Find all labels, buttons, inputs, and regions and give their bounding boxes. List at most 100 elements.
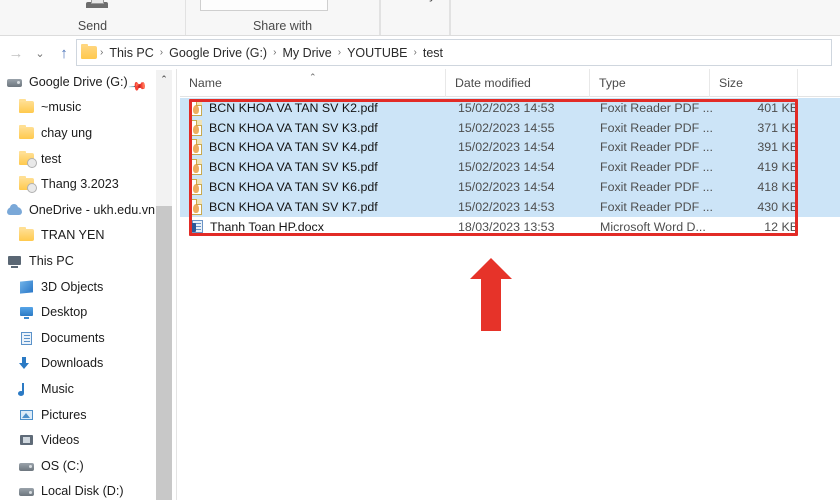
pdf-file-icon (189, 198, 202, 215)
file-size: 391 KB (757, 140, 798, 155)
file-date-modified: 15/02/2023 14:53 (458, 100, 555, 115)
pdf-file-icon (189, 179, 202, 196)
table-row[interactable]: BCN KHOA VA TAN SV K5.pdf 15/02/2023 14:5… (180, 157, 840, 178)
sidebar-item-desktop[interactable]: Desktop (0, 299, 157, 325)
file-name-cell[interactable]: Thanh Toan HP.docx (189, 219, 324, 234)
sidebar-item-label: test (41, 151, 62, 166)
file-explorer-window: Send Share with access security → ⌄ ↑ › … (0, 0, 840, 500)
column-header-type[interactable]: Type (590, 69, 710, 97)
sidebar-item-videos[interactable]: Videos (0, 427, 157, 453)
file-rows[interactable]: BCN KHOA VA TAN SV K2.pdf 15/02/2023 14:5… (180, 98, 840, 237)
file-date-modified: 15/02/2023 14:54 (458, 160, 555, 175)
recent-locations-button[interactable]: ⌄ (30, 43, 50, 63)
3d-objects-icon (18, 279, 36, 295)
sidebar-item-onedrive-ukh-edu-vn[interactable]: OneDrive - ukh.edu.vn (0, 197, 157, 223)
column-header-date[interactable]: Date modified (446, 69, 590, 97)
pdf-file-icon (189, 139, 202, 156)
drive-icon (6, 74, 24, 90)
file-name-cell[interactable]: BCN KHOA VA TAN SV K2.pdf (189, 99, 378, 116)
column-header-label: Type (599, 76, 626, 90)
file-size: 12 KB (764, 219, 798, 234)
sidebar-item-label: This PC (29, 253, 74, 268)
file-date-modified: 15/02/2023 14:55 (458, 120, 555, 135)
file-size: 401 KB (757, 100, 798, 115)
file-name-label: BCN KHOA VA TAN SV K3.pdf (209, 120, 378, 135)
file-name-cell[interactable]: BCN KHOA VA TAN SV K5.pdf (189, 159, 378, 176)
file-name-label: BCN KHOA VA TAN SV K5.pdf (209, 160, 378, 175)
file-name-cell[interactable]: BCN KHOA VA TAN SV K6.pdf (189, 179, 378, 196)
breadcrumb-item-this-pc[interactable]: This PC (104, 46, 158, 60)
nav-scrollbar-track[interactable] (156, 88, 172, 500)
sidebar-item-tran-yen[interactable]: TRAN YEN (0, 223, 157, 249)
table-row[interactable]: BCN KHOA VA TAN SV K2.pdf 15/02/2023 14:5… (180, 98, 840, 118)
cloud-icon (6, 202, 24, 218)
sort-ascending-icon: ⌃ (309, 72, 317, 82)
sidebar-item-local-disk-d[interactable]: Local Disk (D:) (0, 479, 157, 500)
nav-scroll-up-button[interactable]: ⌃ (156, 70, 172, 88)
table-row[interactable]: Thanh Toan HP.docx 18/03/2023 13:53 Micros… (180, 217, 840, 237)
sidebar-item-label: Documents (41, 330, 105, 345)
folder-icon (18, 99, 36, 115)
pictures-icon (18, 407, 36, 423)
sidebar-item-test[interactable]: test (0, 146, 157, 172)
sidebar-item-label: Desktop (41, 305, 88, 320)
sidebar-item-label: Pictures (41, 407, 87, 422)
sidebar-item-label: TRAN YEN (41, 228, 105, 243)
folder-icon (18, 124, 36, 141)
folder-icon (81, 44, 97, 59)
sidebar-item-label: Music (41, 381, 74, 396)
file-date-modified: 18/03/2023 13:53 (458, 219, 555, 234)
ribbon-group-send[interactable]: Send (0, 0, 186, 35)
file-name-cell[interactable]: BCN KHOA VA TAN SV K4.pdf (189, 139, 378, 156)
table-row[interactable]: BCN KHOA VA TAN SV K4.pdf 15/02/2023 14:5… (180, 137, 840, 158)
folder-icon (18, 227, 36, 243)
file-size: 371 KB (757, 120, 798, 135)
documents-icon (18, 330, 36, 346)
pane-divider (176, 69, 177, 500)
forward-button[interactable]: → (6, 43, 26, 63)
file-name-label: BCN KHOA VA TAN SV K7.pdf (209, 199, 378, 214)
table-row[interactable]: BCN KHOA VA TAN SV K3.pdf 15/02/2023 14:5… (180, 117, 840, 138)
nav-scrollbar-thumb[interactable] (156, 88, 172, 206)
sidebar-item-label: OneDrive - ukh.edu.vn (29, 202, 155, 217)
column-header-label: Name (189, 76, 222, 90)
sidebar-item-chay-ung[interactable]: chay ung (0, 120, 157, 146)
column-header-row[interactable]: Name ⌃ Date modified Type Size (180, 69, 840, 97)
ribbon-group-security[interactable] (380, 0, 450, 35)
column-header-size[interactable]: Size (710, 69, 798, 97)
column-header-name[interactable]: Name ⌃ (180, 69, 446, 97)
file-size: 418 KB (757, 180, 798, 195)
videos-icon (18, 432, 36, 448)
sidebar-item-music[interactable]: ~music (0, 95, 157, 121)
breadcrumb-item-youtube[interactable]: YOUTUBE (342, 46, 412, 60)
sidebar-item-os-c[interactable]: OS (C:) (0, 453, 157, 479)
sidebar-item-music[interactable]: Music (0, 376, 157, 402)
ribbon-group-share-with[interactable]: Share with (186, 0, 380, 35)
sidebar-item-label: ~music (41, 100, 82, 115)
column-header-label: Date modified (455, 76, 531, 90)
breadcrumb-item-test[interactable]: test (418, 46, 448, 60)
breadcrumb[interactable]: › This PC › Google Drive (G:) › My Drive… (76, 39, 832, 66)
sidebar-item-label: Google Drive (G:) (29, 74, 128, 89)
column-header-label: Size (719, 76, 743, 90)
file-name-cell[interactable]: BCN KHOA VA TAN SV K7.pdf (189, 198, 378, 215)
downloads-icon (18, 355, 36, 371)
sidebar-item-pictures[interactable]: Pictures (0, 402, 157, 428)
music-icon (18, 381, 36, 397)
sidebar-item-downloads[interactable]: Downloads (0, 351, 157, 377)
sidebar-item-documents[interactable]: Documents (0, 325, 157, 351)
docx-file-icon (189, 219, 203, 234)
ribbon-bar: Send Share with access security (0, 0, 840, 36)
sidebar-item-3d-objects[interactable]: 3D Objects (0, 274, 157, 300)
table-row[interactable]: BCN KHOA VA TAN SV K7.pdf 15/02/2023 14:5… (180, 196, 840, 217)
up-button[interactable]: ↑ (54, 43, 74, 63)
breadcrumb-item-google-drive[interactable]: Google Drive (G:) (164, 46, 272, 60)
sidebar-item-thang-3-2023[interactable]: Thang 3.2023 (0, 171, 157, 197)
sidebar-item-this-pc[interactable]: This PC (0, 248, 157, 274)
desktop-icon (18, 304, 36, 320)
table-row[interactable]: BCN KHOA VA TAN SV K6.pdf 15/02/2023 14:5… (180, 177, 840, 197)
navigation-pane[interactable]: Google Drive (G:) ~music chay ung test Thang… (0, 69, 157, 500)
ribbon-group-send-label: Send (77, 19, 108, 33)
file-name-cell[interactable]: BCN KHOA VA TAN SV K3.pdf (189, 119, 378, 136)
breadcrumb-item-my-drive[interactable]: My Drive (277, 46, 336, 60)
